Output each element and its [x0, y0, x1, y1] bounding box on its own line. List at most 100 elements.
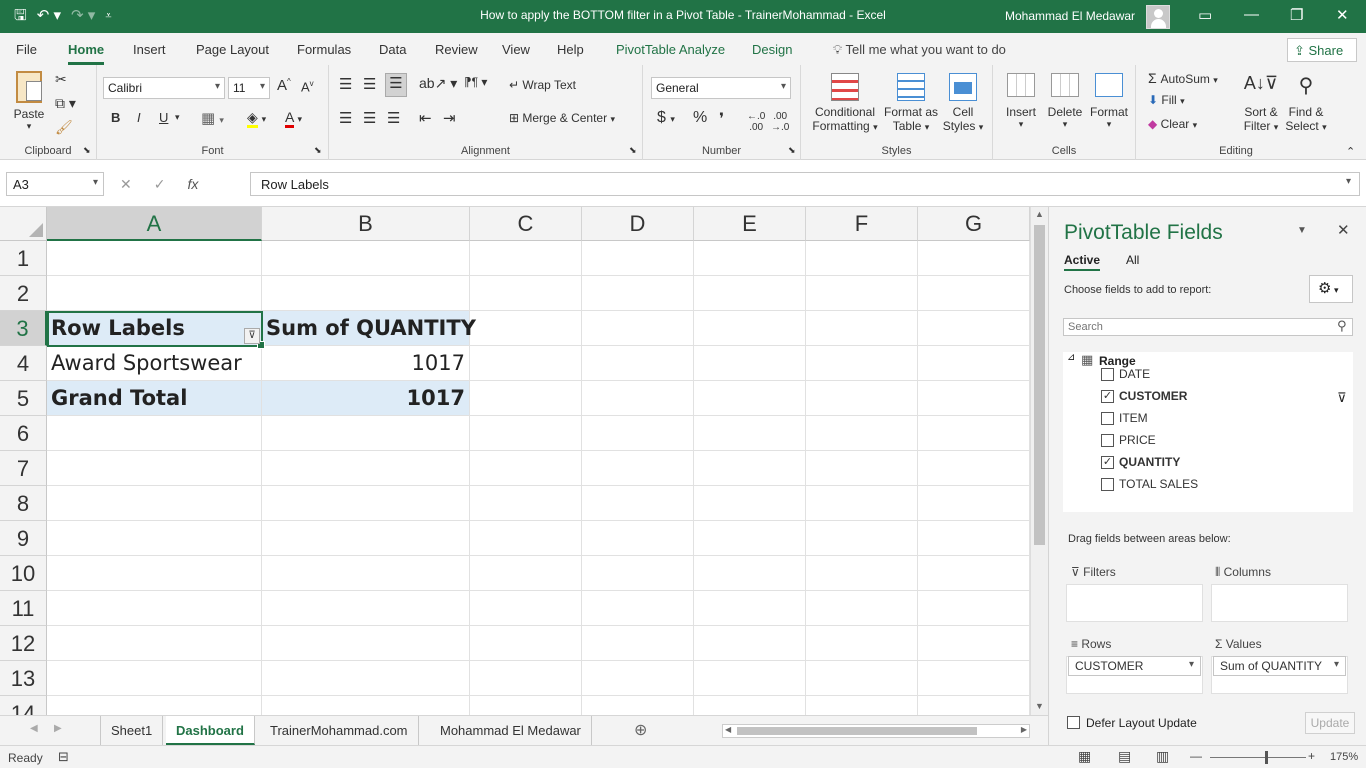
tab-review[interactable]: Review — [435, 42, 478, 57]
grid-cell[interactable] — [918, 661, 1030, 696]
grid-cell[interactable] — [47, 626, 262, 661]
grid-cell[interactable] — [470, 241, 582, 276]
decrease-decimal-icon[interactable]: .00 →.0 — [771, 111, 789, 133]
grid-cell[interactable] — [262, 556, 470, 591]
fill-color-icon[interactable]: ◈ ▾ — [247, 109, 266, 128]
underline-dropdown-icon[interactable]: ▾ — [175, 112, 180, 123]
cell-styles-button[interactable]: Cell Styles ▾ — [941, 73, 985, 133]
field-label[interactable]: TOTAL SALES — [1119, 477, 1198, 491]
sheet-tab-trainermohammad[interactable]: TrainerMohammad.com — [260, 716, 419, 745]
grid-cell[interactable] — [918, 346, 1030, 381]
field-label[interactable]: DATE — [1119, 367, 1150, 381]
underline-button[interactable]: U — [159, 110, 168, 125]
zoom-level[interactable]: 175% — [1330, 751, 1358, 763]
row-header-4[interactable]: 4 — [0, 346, 47, 381]
zoom-in-icon[interactable]: + — [1308, 749, 1315, 763]
fill-button[interactable]: ⬇ Fill ▾ — [1148, 93, 1185, 107]
pane-options-icon[interactable]: ▼ — [1297, 225, 1307, 236]
grid-cell[interactable] — [262, 486, 470, 521]
grid-cell[interactable] — [694, 486, 806, 521]
grid-cell[interactable] — [47, 451, 262, 486]
grid-cell[interactable] — [694, 661, 806, 696]
row-header-13[interactable]: 13 — [0, 661, 47, 696]
field-checkbox-price[interactable] — [1101, 434, 1114, 447]
avatar[interactable] — [1146, 5, 1170, 29]
grid-cell[interactable] — [694, 276, 806, 311]
insert-cells-button[interactable]: Insert ▾ — [999, 73, 1043, 130]
autosum-button[interactable]: Σ AutoSum ▾ — [1148, 70, 1218, 86]
pivot-row-labels-cell[interactable]: Row Labels — [47, 311, 262, 346]
grid-cell[interactable] — [806, 381, 918, 416]
tab-help[interactable]: Help — [557, 42, 584, 57]
grid-cell[interactable] — [470, 591, 582, 626]
grid-cell[interactable] — [262, 591, 470, 626]
format-as-table-button[interactable]: Format as Table ▾ — [881, 73, 941, 133]
tab-page-layout[interactable]: Page Layout — [196, 42, 269, 57]
text-direction-icon[interactable]: ⁋¶ ▾ — [464, 75, 487, 89]
filters-drop-area[interactable] — [1066, 584, 1203, 622]
row-header-5[interactable]: 5 — [0, 381, 47, 416]
collapse-range-icon[interactable]: ⊿ — [1067, 352, 1075, 363]
row-header-10[interactable]: 10 — [0, 556, 47, 591]
conditional-formatting-button[interactable]: Conditional Formatting ▾ — [811, 73, 879, 133]
row-header-3[interactable]: 3 — [0, 311, 47, 346]
row-header-2[interactable]: 2 — [0, 276, 47, 311]
grid-cell[interactable] — [470, 626, 582, 661]
tell-me-box[interactable]: 💡︎ Tell me what you want to do — [833, 42, 1006, 58]
grid-cell[interactable] — [806, 241, 918, 276]
restore-icon[interactable]: ❐ — [1290, 6, 1303, 24]
font-size-select[interactable]: 11 — [228, 77, 270, 99]
field-label[interactable]: QUANTITY — [1119, 455, 1180, 469]
grid-cell[interactable] — [694, 521, 806, 556]
grid-cell[interactable] — [47, 276, 262, 311]
minimize-icon[interactable]: — — [1244, 6, 1259, 23]
field-label[interactable]: CUSTOMER — [1119, 389, 1187, 403]
grid-cell[interactable] — [918, 311, 1030, 346]
column-header-d[interactable]: D — [582, 207, 694, 241]
grid-cell[interactable] — [918, 486, 1030, 521]
rows-field-chip[interactable]: CUSTOMER — [1068, 656, 1201, 676]
grid-cell[interactable] — [694, 556, 806, 591]
comma-icon[interactable]: ❜ — [719, 109, 724, 129]
grid-cell[interactable] — [694, 416, 806, 451]
borders-icon[interactable]: ▦ ▾ — [201, 109, 224, 127]
grid-cell[interactable] — [262, 451, 470, 486]
grid-cell[interactable] — [470, 381, 582, 416]
grid-cell[interactable] — [582, 451, 694, 486]
filter-icon[interactable]: ⊽ — [244, 328, 260, 344]
select-all-button[interactable] — [0, 207, 47, 241]
grid-cell[interactable] — [47, 591, 262, 626]
clear-button[interactable]: ◆ Clear ▾ — [1148, 117, 1197, 131]
grid-cell[interactable] — [470, 311, 582, 346]
middle-align-icon[interactable]: ☰ — [363, 75, 376, 93]
percent-icon[interactable]: % — [693, 109, 707, 127]
increase-font-icon[interactable]: A^ — [277, 77, 291, 94]
update-button[interactable]: Update — [1305, 712, 1355, 734]
scroll-left-icon[interactable]: ◀ — [725, 725, 731, 734]
grid-cell[interactable] — [470, 486, 582, 521]
grid-cell[interactable] — [47, 696, 262, 715]
zoom-slider[interactable] — [1210, 757, 1306, 758]
font-color-icon[interactable]: A ▾ — [285, 109, 302, 128]
pane-tab-active[interactable]: Active — [1064, 253, 1101, 271]
tab-view[interactable]: View — [502, 42, 530, 57]
increase-indent-icon[interactable]: ⇥ — [443, 109, 456, 127]
grid-cell[interactable] — [582, 591, 694, 626]
accessibility-icon[interactable]: ⊟ — [58, 749, 69, 765]
grid-cell[interactable] — [262, 696, 470, 715]
field-label[interactable]: ITEM — [1119, 411, 1148, 425]
close-icon[interactable]: ✕ — [1336, 6, 1349, 24]
grid-cell[interactable] — [806, 556, 918, 591]
alignment-dialog-launcher-icon[interactable]: ⬊ — [629, 145, 637, 156]
grid-cell[interactable] — [582, 696, 694, 715]
grid-cell[interactable] — [918, 521, 1030, 556]
orientation-icon[interactable]: ab↗ ▾ — [419, 75, 457, 92]
grid-cell[interactable] — [262, 626, 470, 661]
font-dialog-launcher-icon[interactable]: ⬊ — [314, 145, 322, 156]
grid-cell[interactable] — [918, 556, 1030, 591]
grid-cell[interactable] — [806, 486, 918, 521]
grid-cell[interactable] — [262, 241, 470, 276]
page-break-view-icon[interactable]: ▥ — [1156, 748, 1169, 765]
grid-cell[interactable] — [470, 696, 582, 715]
find-select-button[interactable]: ⚲ Find & Select ▾ — [1282, 73, 1330, 133]
